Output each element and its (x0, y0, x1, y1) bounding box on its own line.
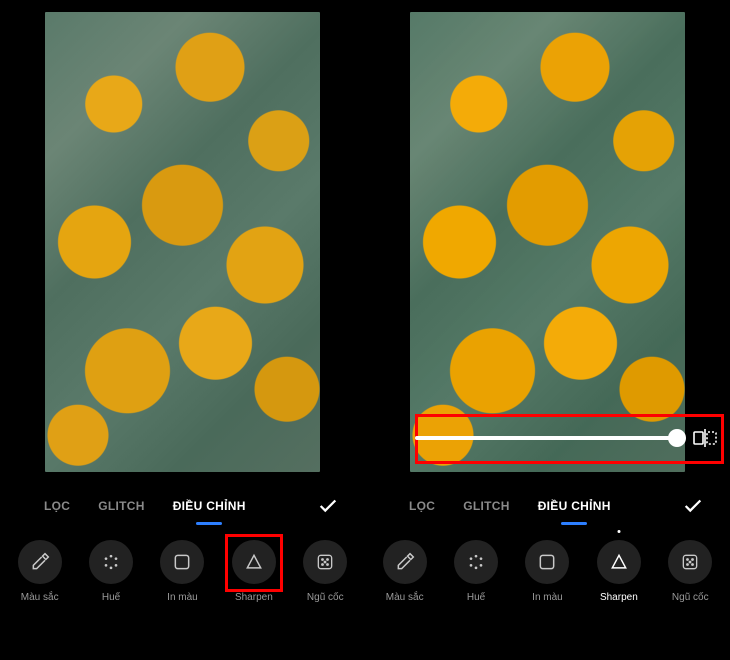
eyedropper-icon (383, 540, 427, 584)
dots-circle-icon (454, 540, 498, 584)
eyedropper-icon (18, 540, 62, 584)
tool-grain[interactable]: Ngũ cốc (657, 540, 723, 603)
photo-preview[interactable] (45, 12, 320, 472)
tab-filter[interactable]: LỌC (395, 491, 449, 521)
tool-color[interactable]: Màu sắc (372, 540, 438, 603)
tools-row: Màu sắc Huế In màu Sharpen (0, 534, 365, 644)
tool-blur[interactable]: In màu (514, 540, 580, 603)
tool-hue[interactable]: Huế (443, 540, 509, 603)
tool-label: Sharpen (600, 592, 638, 603)
tool-label: Màu sắc (386, 592, 424, 603)
tool-label: Ngũ cốc (672, 592, 709, 603)
photo-preview[interactable] (410, 12, 685, 472)
photo-preview-area (365, 0, 730, 478)
active-indicator-dot (617, 530, 620, 533)
blur-square-icon (160, 540, 204, 584)
tool-label: Huế (102, 592, 120, 603)
editor-panel-right: LỌC GLITCH ĐIỀU CHỈNH Màu sắc Huế (365, 0, 730, 660)
sharpen-slider[interactable] (415, 436, 678, 440)
tab-filter[interactable]: LỌC (30, 491, 84, 521)
tool-grain[interactable]: Ngũ cốc (292, 540, 358, 603)
tool-blur[interactable]: In màu (149, 540, 215, 603)
tab-adjust[interactable]: ĐIỀU CHỈNH (524, 491, 625, 521)
photo-preview-area (0, 0, 365, 478)
tab-glitch[interactable]: GLITCH (84, 491, 158, 521)
tools-row: Màu sắc Huế In màu Sharpen (365, 534, 730, 644)
tool-label: Ngũ cốc (307, 592, 344, 603)
grain-square-icon (668, 540, 712, 584)
tool-sharpen[interactable]: Sharpen (586, 540, 652, 603)
slider-thumb[interactable] (668, 429, 686, 447)
tabs-row: LỌC GLITCH ĐIỀU CHỈNH (365, 478, 730, 534)
confirm-button[interactable] (309, 489, 347, 523)
compare-icon[interactable] (692, 428, 718, 448)
tab-glitch[interactable]: GLITCH (449, 491, 523, 521)
tool-label: In màu (532, 592, 563, 603)
tool-color[interactable]: Màu sắc (7, 540, 73, 603)
tabs-row: LỌC GLITCH ĐIỀU CHỈNH (0, 478, 365, 534)
sharpen-slider-region (415, 418, 718, 458)
tool-hue[interactable]: Huế (78, 540, 144, 603)
confirm-button[interactable] (674, 489, 712, 523)
tool-label: Màu sắc (21, 592, 59, 603)
tool-label: In màu (167, 592, 198, 603)
triangle-icon (232, 540, 276, 584)
editor-panel-left: LỌC GLITCH ĐIỀU CHỈNH Màu sắc Huế (0, 0, 365, 660)
tab-adjust[interactable]: ĐIỀU CHỈNH (159, 491, 260, 521)
blur-square-icon (525, 540, 569, 584)
dots-circle-icon (89, 540, 133, 584)
tool-sharpen[interactable]: Sharpen (221, 540, 287, 603)
grain-square-icon (303, 540, 347, 584)
tool-label: Huế (467, 592, 485, 603)
tool-label: Sharpen (235, 592, 273, 603)
triangle-icon (597, 540, 641, 584)
